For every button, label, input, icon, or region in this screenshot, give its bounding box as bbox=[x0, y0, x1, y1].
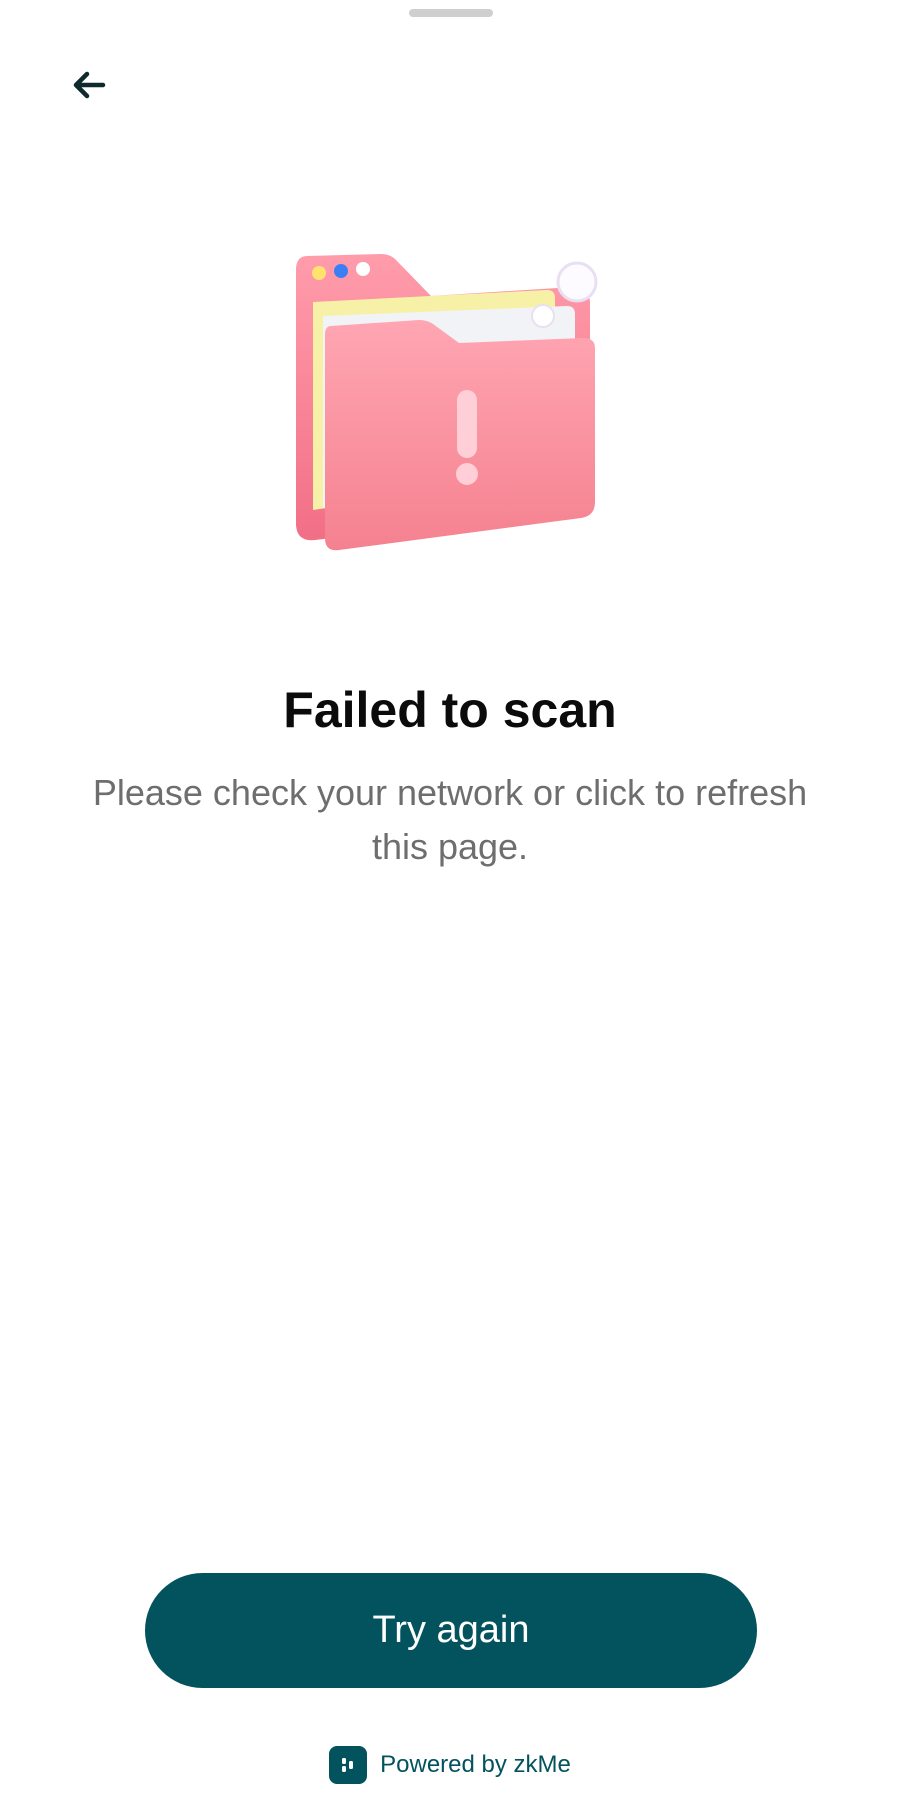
folder-warning-icon bbox=[285, 254, 615, 564]
try-again-button[interactable]: Try again bbox=[145, 1573, 757, 1688]
error-subtitle: Please check your network or click to re… bbox=[92, 772, 808, 867]
error-title: Failed to scan bbox=[283, 682, 617, 738]
arrow-left-icon bbox=[69, 65, 109, 110]
back-button[interactable] bbox=[66, 64, 112, 110]
powered-by-text: Powered by zkMe bbox=[380, 1751, 571, 1778]
powered-by-footer: Powered by zkMe bbox=[0, 1746, 900, 1784]
zkme-logo-icon bbox=[329, 1746, 368, 1784]
sheet-drag-handle[interactable] bbox=[409, 9, 493, 17]
try-again-label: Try again bbox=[372, 1609, 530, 1651]
folder-warning-illustration bbox=[285, 240, 615, 560]
